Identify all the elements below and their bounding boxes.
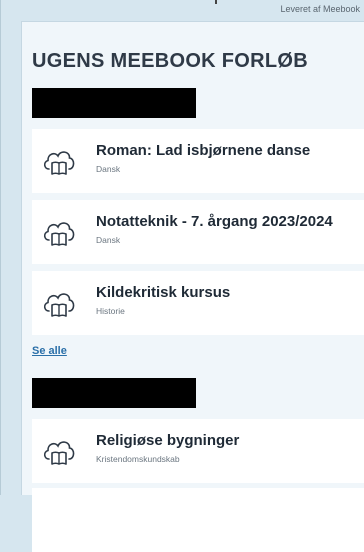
course-title: Notatteknik - 7. årgang 2023/2024 [96, 213, 333, 230]
course-subject: Dansk [96, 164, 121, 174]
course-title: Kildekritisk kursus [96, 284, 231, 301]
cloud-book-icon [43, 222, 75, 246]
course-title: Roman: Lad isbjørnene danse [96, 142, 311, 159]
course-card[interactable]: Roman: Lad isbjørnene danse Dansk [32, 129, 364, 193]
cloud-book-icon [43, 151, 75, 175]
redacted-label [32, 378, 196, 408]
cloud-book-icon [43, 441, 75, 465]
see-all-link[interactable]: Se alle [32, 345, 67, 357]
course-subject: Historie [96, 306, 125, 316]
widget-frame: Leveret af Meebook UGENS MEEBOOK FORLØB … [0, 0, 364, 552]
course-card[interactable]: Religiøse bygninger Kristendomskundskab [32, 419, 364, 483]
course-card[interactable]: Notatteknik - 7. årgang 2023/2024 Dansk [32, 200, 364, 264]
course-subject: Kristendomskundskab [96, 454, 180, 464]
course-title: Religiøse bygninger [96, 432, 240, 449]
top-marker [215, 0, 217, 4]
provider-credit: Leveret af Meebook [280, 4, 360, 14]
redacted-label [32, 88, 196, 118]
meebook-panel: UGENS MEEBOOK FORLØB Roman: Lad isbjørne… [21, 21, 364, 552]
course-card[interactable] [32, 488, 364, 552]
course-subject: Dansk [96, 235, 121, 245]
cloud-book-icon [43, 293, 75, 317]
course-card[interactable]: Kildekritisk kursus Historie [32, 271, 364, 335]
panel-heading: UGENS MEEBOOK FORLØB [32, 50, 309, 72]
